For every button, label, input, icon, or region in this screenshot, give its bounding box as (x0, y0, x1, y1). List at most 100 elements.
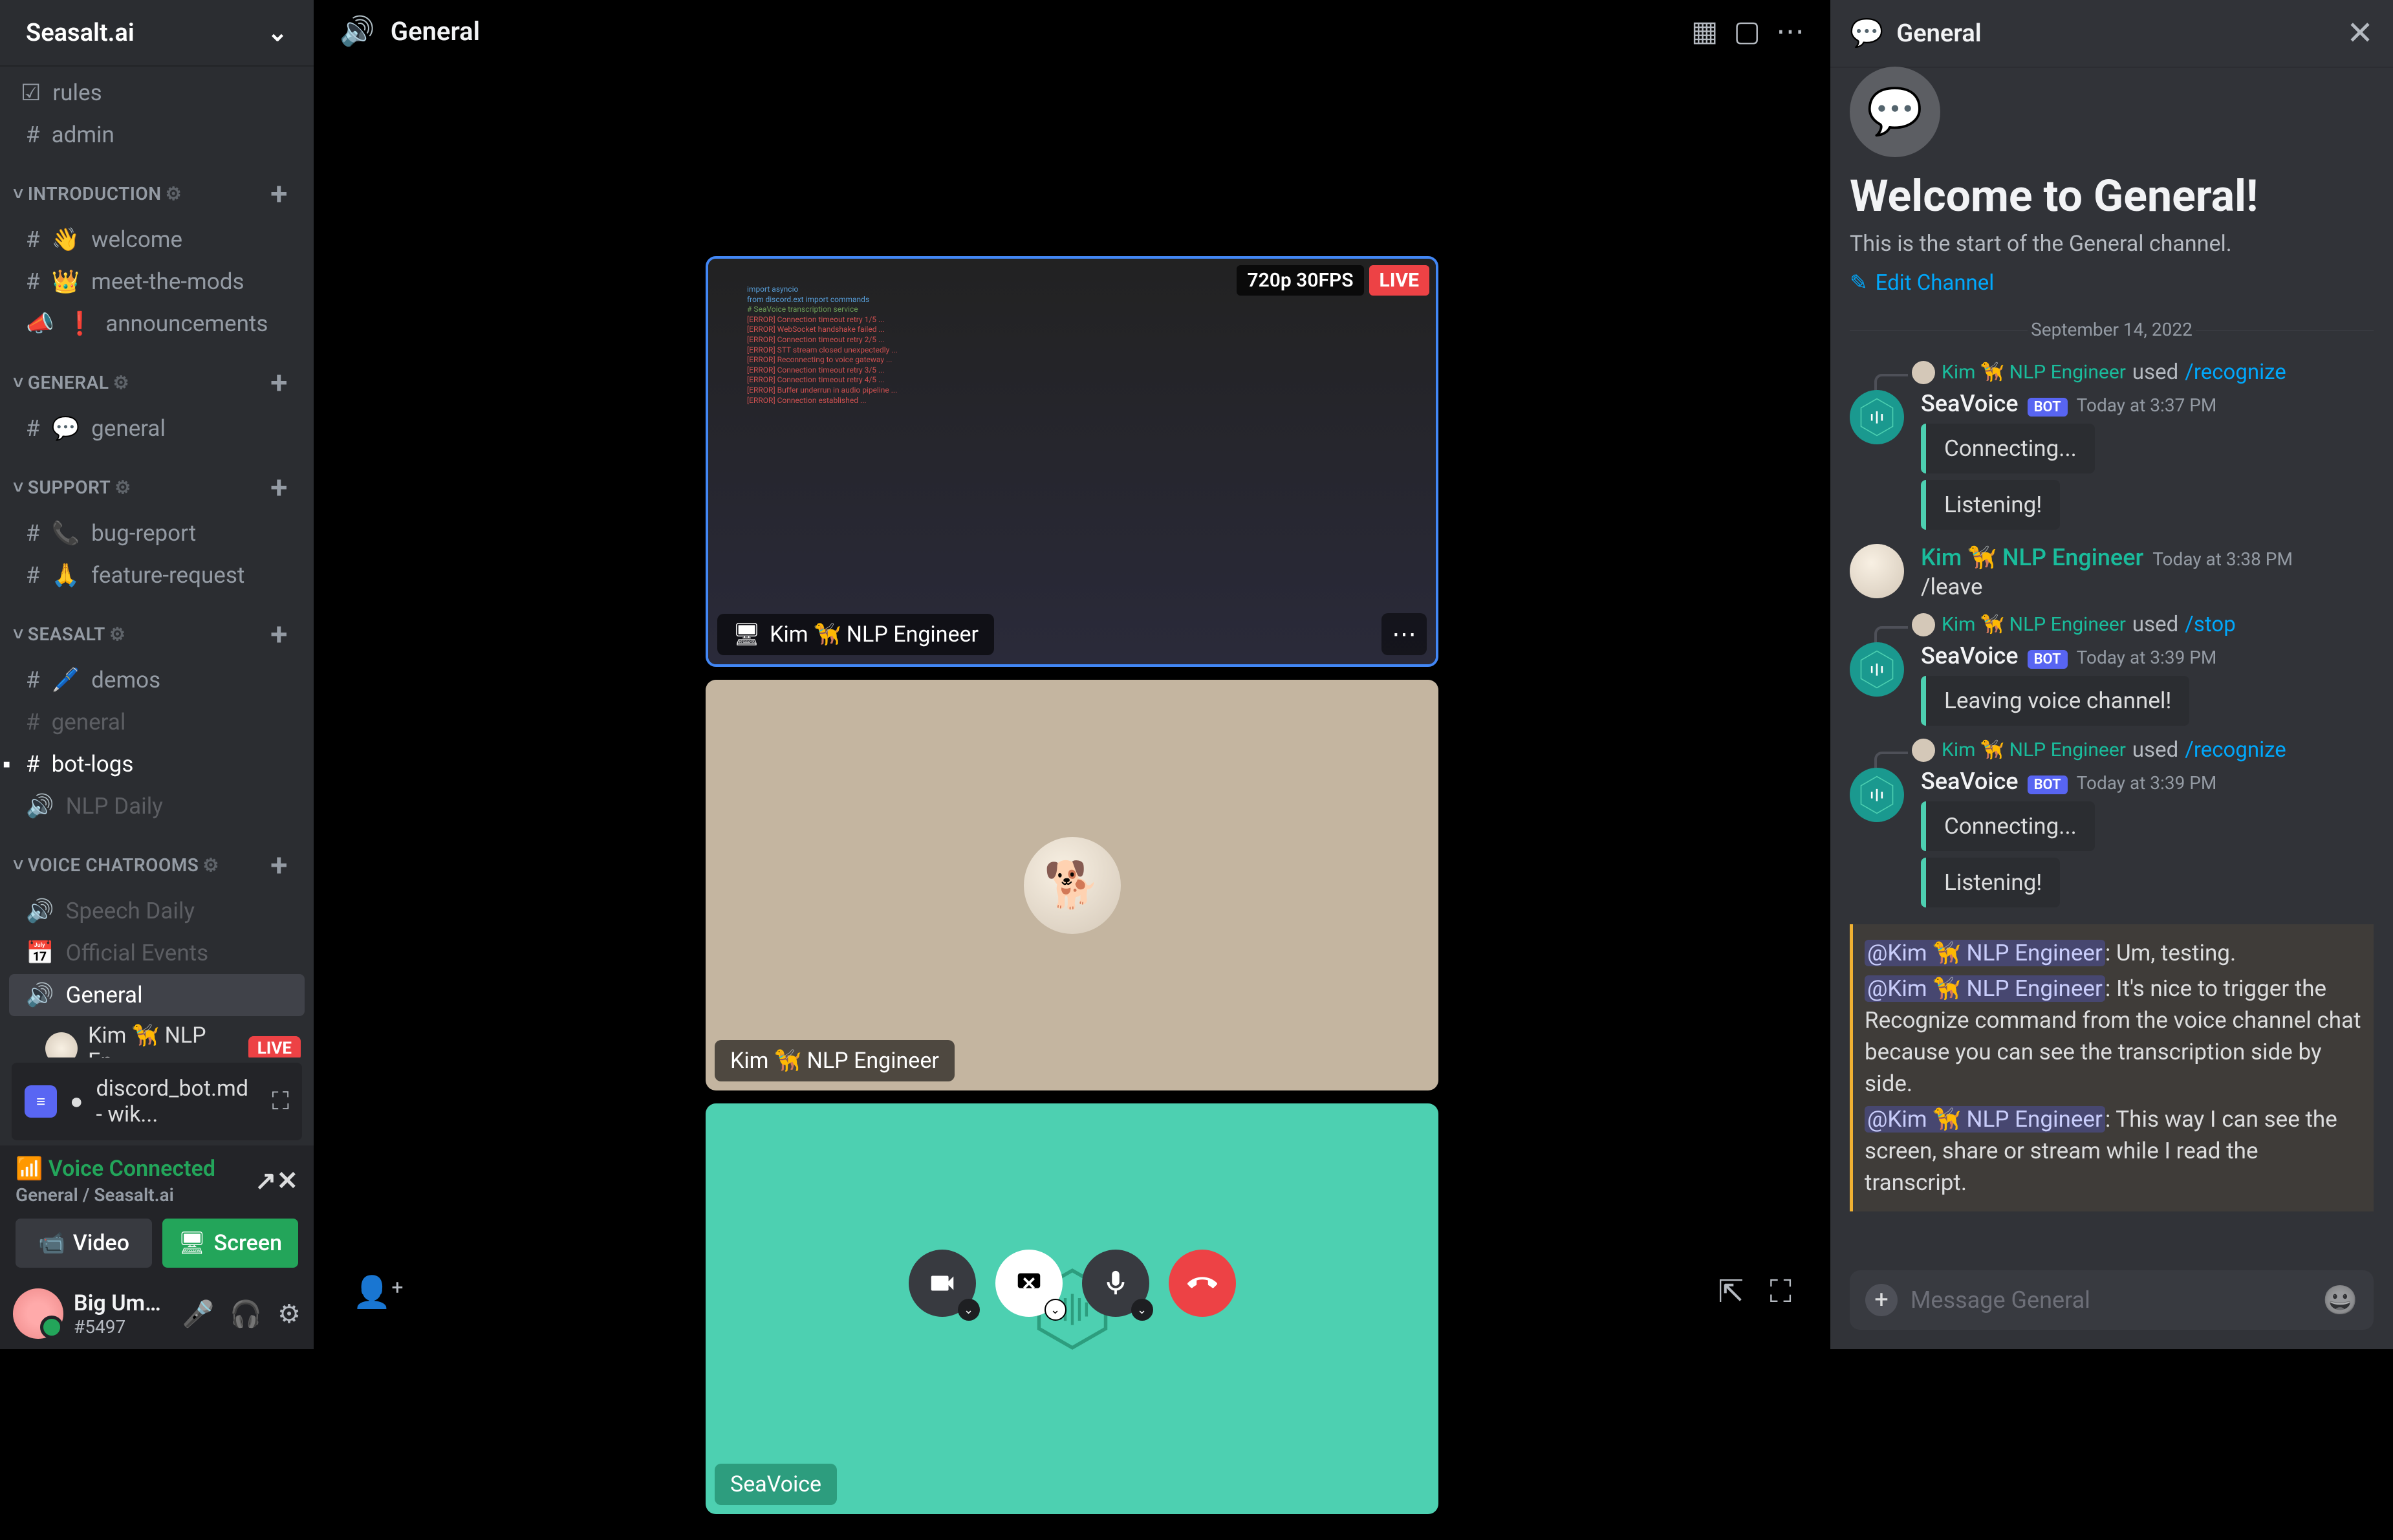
status-embed: Connecting... (1921, 801, 2095, 851)
chevron-down-icon: ⌄ (267, 18, 288, 47)
video-tile-kim[interactable]: 🐕 Kim 🦮 NLP Engineer (706, 680, 1438, 1090)
unread-indicator: ▪ (3, 751, 10, 777)
voice-connected-label: 📶 Voice Connected (16, 1156, 215, 1182)
grid-view-icon[interactable]: ▦ (1691, 14, 1718, 48)
channel-speech-daily[interactable]: 🔊Speech Daily (0, 890, 314, 932)
settings-icon[interactable]: ⚙ (277, 1299, 301, 1329)
tile-name-tag: Kim 🦮 NLP Engineer (715, 1040, 955, 1081)
headphones-icon[interactable]: 🎧 (230, 1299, 262, 1329)
bot-avatar[interactable] (1850, 768, 1904, 822)
calendar-icon: 📅 (26, 940, 54, 966)
channel-label: rules (52, 80, 102, 106)
fullscreen-icon[interactable]: ⛶ (1770, 1273, 1792, 1310)
channel-official-events[interactable]: 📅Official Events (0, 932, 314, 974)
message-input[interactable] (1911, 1286, 2310, 1314)
channel-label: welcome (91, 226, 182, 253)
add-channel-icon[interactable]: + (270, 847, 288, 884)
disconnect-button[interactable] (1169, 1250, 1236, 1317)
tile-name-tag: SeaVoice (715, 1464, 837, 1505)
mini-avatar (1912, 361, 1935, 384)
message-author: SeaVoice (1921, 390, 2019, 417)
screen-share-toggle-button[interactable]: ⌄ (995, 1250, 1063, 1317)
voice-user-kim[interactable]: Kim 🦮 NLP En... LIVE (32, 1016, 314, 1057)
server-header[interactable]: Seasalt.ai ⌄ (0, 0, 314, 65)
category-introduction[interactable]: ˅ INTRODUCTION ⚙ + (0, 156, 314, 219)
gear-icon: ⚙ (114, 477, 131, 498)
screen-icon[interactable]: ⛶ (272, 1087, 289, 1116)
attach-button[interactable]: + (1865, 1284, 1898, 1316)
disconnect-icon[interactable]: ↗✕ (255, 1166, 298, 1196)
category-general[interactable]: ˅ GENERAL ⚙ + (0, 345, 314, 407)
main-content: 🔊 General ▦ ▢ ⋯ import asynciofrom disco… (314, 0, 1830, 1349)
channel-bot-logs[interactable]: ▪#bot-logs (0, 743, 314, 785)
speaker-icon: 🔊 (26, 982, 54, 1008)
add-channel-icon[interactable]: + (270, 364, 288, 401)
channel-label: general (91, 415, 166, 442)
channel-rules[interactable]: ☑ rules (0, 72, 314, 114)
edit-channel-link[interactable]: ✎ Edit Channel (1850, 270, 2374, 296)
channel-general-text[interactable]: #💬general (0, 407, 314, 450)
transcript-block: @Kim 🦮 NLP Engineer: Um, testing. @Kim 🦮… (1850, 924, 2374, 1211)
more-icon[interactable]: ⋯ (1776, 14, 1804, 48)
category-support[interactable]: ˅ SUPPORT ⚙ + (0, 450, 314, 512)
slash-command: /recognize (2185, 360, 2286, 385)
hash-icon: # (26, 667, 40, 693)
chat-bubble-icon: 💬 (1850, 67, 1940, 157)
channel-nlp-daily[interactable]: 🔊NLP Daily (0, 785, 314, 827)
video-grid: import asynciofrom discord.ext import co… (314, 62, 1830, 1540)
channel-general-seasalt[interactable]: #general (0, 701, 314, 743)
user-avatar[interactable] (13, 1288, 63, 1339)
reply-indicator: Kim 🦮 NLP Engineer used /recognize (1850, 360, 2374, 385)
channel-welcome[interactable]: #👋welcome (0, 219, 314, 261)
gear-icon: ⚙ (109, 624, 126, 645)
channel-label: meet-the-mods (91, 268, 244, 295)
channel-title: General (391, 16, 480, 47)
channel-announcements[interactable]: 📣❗announcements (0, 303, 314, 345)
chat-header: 💬 General ✕ (1830, 0, 2393, 67)
channel-general-voice[interactable]: 🔊General (9, 974, 305, 1016)
video-tile-stream[interactable]: import asynciofrom discord.ext import co… (706, 256, 1438, 667)
reply-author: Kim 🦮 NLP Engineer (1942, 361, 2126, 384)
participant-avatar: 🐕 (1024, 837, 1121, 934)
channel-label: Speech Daily (66, 898, 195, 924)
camera-toggle-button[interactable]: ⌄ (909, 1250, 976, 1317)
caret-icon[interactable]: ⌄ (1045, 1299, 1067, 1321)
invite-button[interactable]: 👤⁺ (352, 1274, 404, 1310)
mention[interactable]: @Kim 🦮 NLP Engineer (1865, 1106, 2105, 1133)
channel-meet-the-mods[interactable]: #👑meet-the-mods (0, 261, 314, 303)
tile-menu-icon[interactable]: ⋯ (1381, 613, 1427, 655)
category-voice-chatrooms[interactable]: ˅ VOICE CHATROOMS ⚙ + (0, 827, 314, 890)
bot-avatar[interactable] (1850, 642, 1904, 697)
user-panel: Big Umami... #5497 🎤 🎧 ⚙ (0, 1278, 314, 1349)
status-embed: Leaving voice channel! (1921, 676, 2189, 726)
channel-bug-report[interactable]: #📞bug-report (0, 512, 314, 554)
chat-scroll[interactable]: 💬 Welcome to General! This is the start … (1830, 67, 2393, 1257)
channel-sidebar: Seasalt.ai ⌄ ☑ rules # admin ˅ INTRODUCT… (0, 0, 314, 1349)
video-button[interactable]: 📹Video (16, 1219, 152, 1268)
popout-icon[interactable]: ⇱ (1718, 1273, 1744, 1310)
bot-avatar[interactable] (1850, 390, 1904, 444)
speaker-icon: 🔊 (340, 14, 375, 48)
mention[interactable]: @Kim 🦮 NLP Engineer (1865, 940, 2105, 966)
emoji-picker-icon[interactable]: 😀 (2323, 1283, 2358, 1317)
channel-demos[interactable]: #🖊️demos (0, 659, 314, 701)
activity-card[interactable]: ≡ ● discord_bot.md - wik... ⛶ (12, 1063, 302, 1140)
close-icon[interactable]: ✕ (2346, 14, 2374, 52)
screen-button[interactable]: 🖥Screen (162, 1219, 299, 1268)
caret-icon[interactable]: ⌄ (1131, 1299, 1153, 1321)
focus-view-icon[interactable]: ▢ (1733, 14, 1760, 48)
mention[interactable]: @Kim 🦮 NLP Engineer (1865, 975, 2105, 1002)
add-channel-icon[interactable]: + (270, 616, 288, 653)
channel-feature-request[interactable]: #🙏feature-request (0, 554, 314, 596)
category-seasalt[interactable]: ˅ SEASALT ⚙ + (0, 596, 314, 659)
caret-icon[interactable]: ⌄ (958, 1299, 980, 1321)
stream-quality-badge: 720p 30FPS (1237, 265, 1363, 296)
caret-icon: ˅ (13, 183, 24, 204)
mic-toggle-button[interactable]: ⌄ (1082, 1250, 1149, 1317)
add-channel-icon[interactable]: + (270, 469, 288, 506)
channel-label: demos (91, 667, 160, 693)
channel-admin[interactable]: # admin (0, 114, 314, 156)
add-channel-icon[interactable]: + (270, 175, 288, 212)
user-avatar[interactable] (1850, 544, 1904, 598)
mic-icon[interactable]: 🎤 (182, 1299, 215, 1329)
